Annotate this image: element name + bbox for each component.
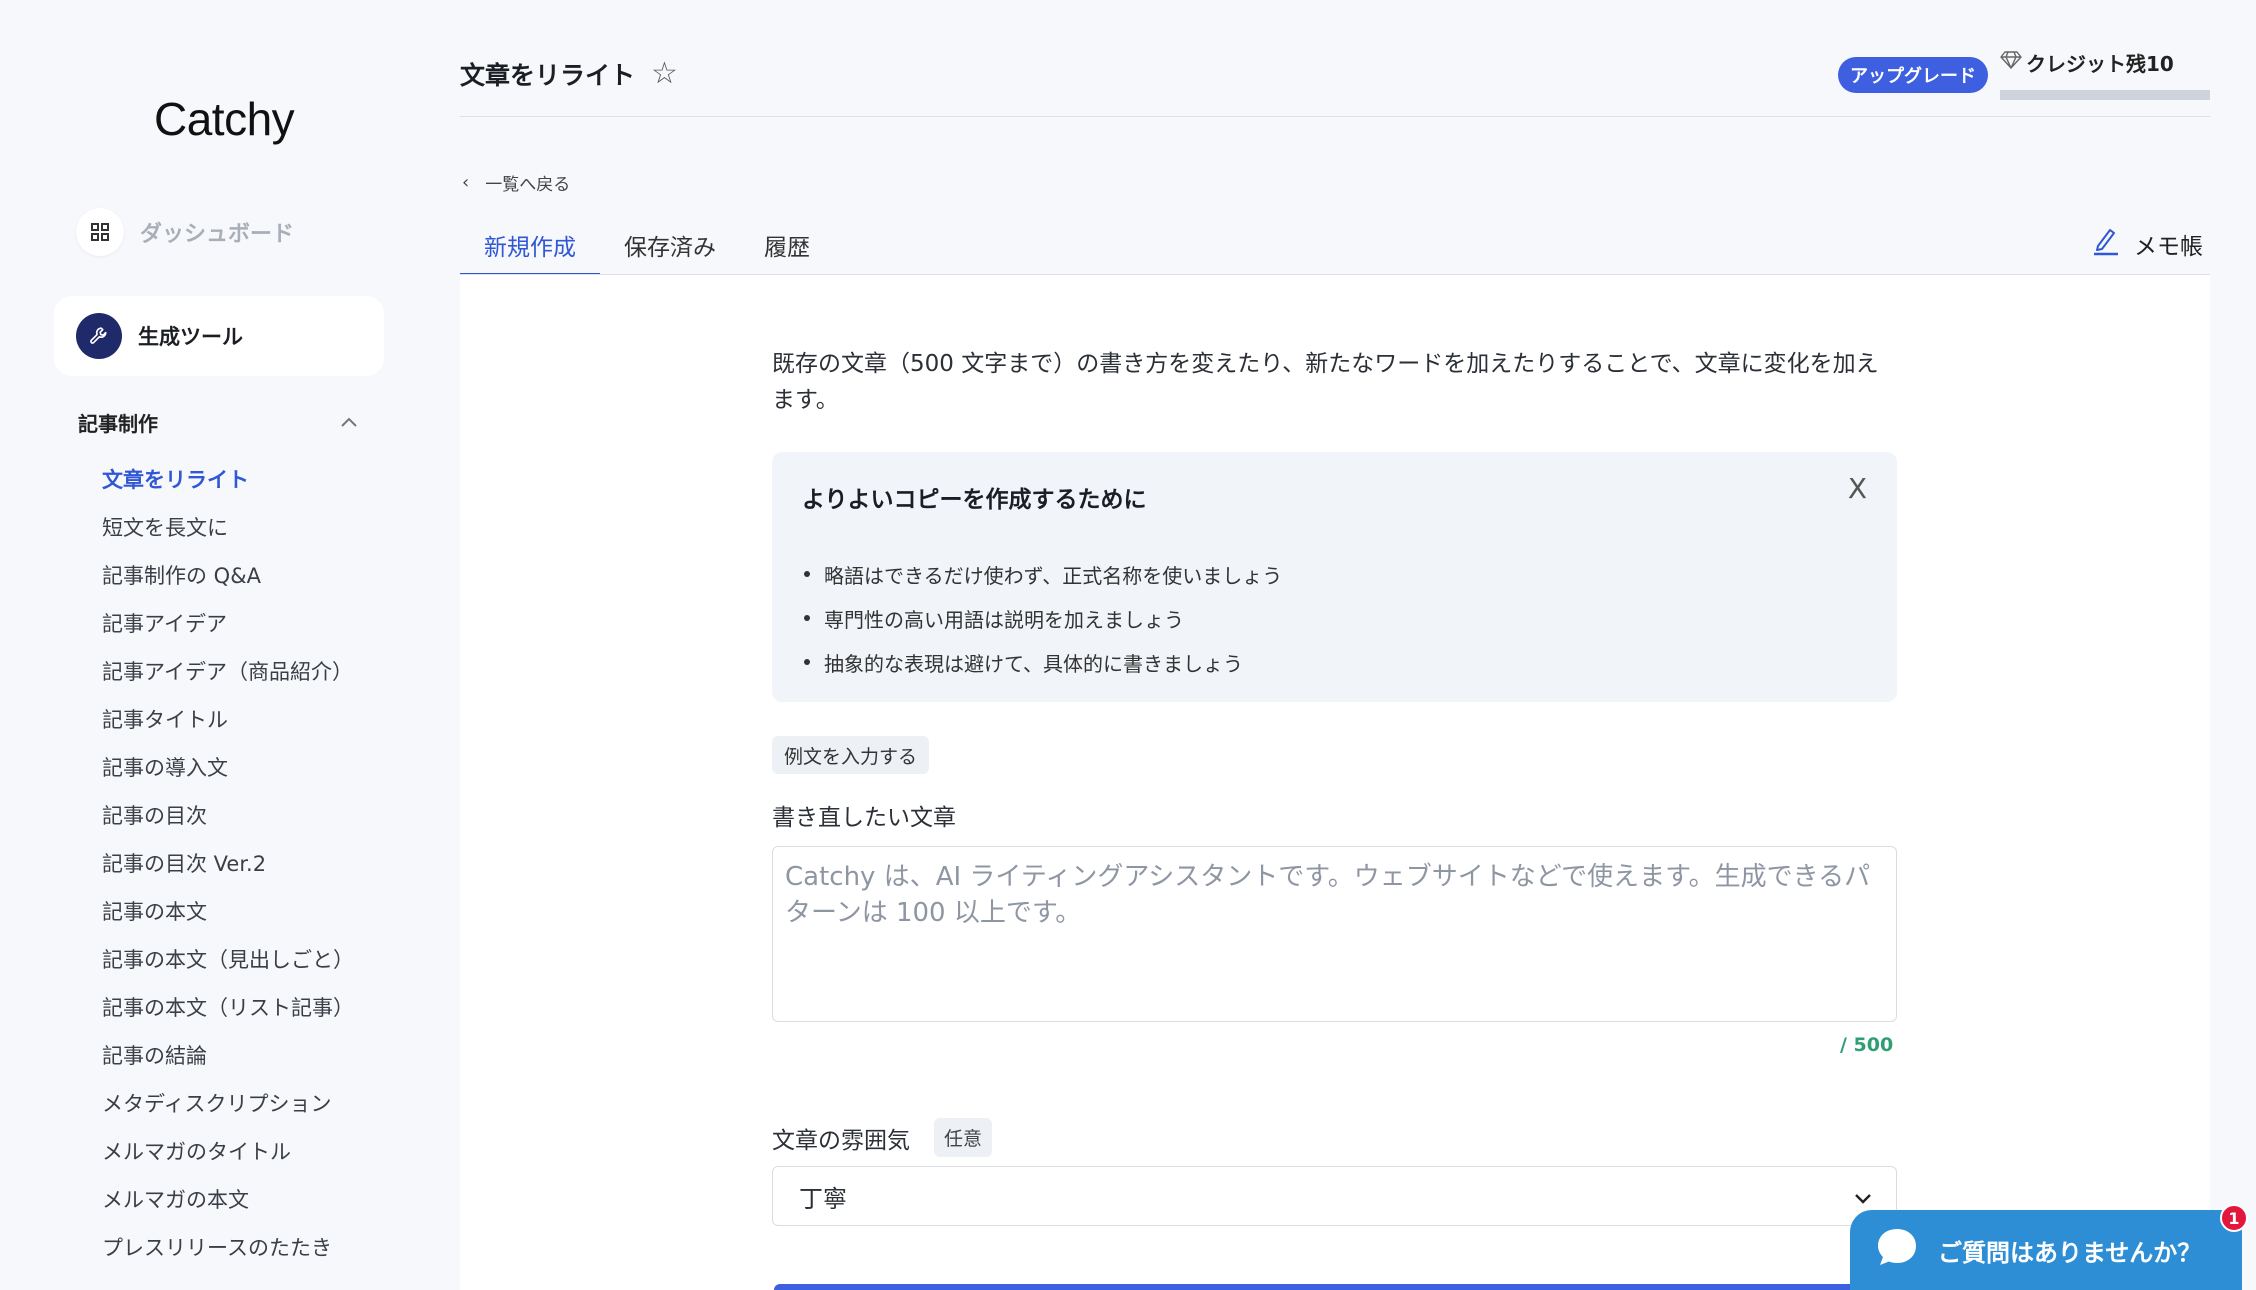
sub-item-article-body-heading[interactable]: 記事の本文（見出しごと） — [102, 942, 354, 990]
sidebar: Catchy ダッシュボード 生成ツール 記事制作 文章をリライト 短文を長文に… — [0, 0, 440, 1290]
sub-item-press-release[interactable]: プレスリリースのたたき — [102, 1230, 354, 1278]
credit-bar — [2000, 90, 2210, 100]
sub-item-article-toc-v2[interactable]: 記事の目次 Ver.2 — [102, 846, 354, 894]
sub-item-article-conclusion[interactable]: 記事の結論 — [102, 1038, 354, 1086]
rewrite-text-label: 書き直したい文章 — [772, 805, 956, 831]
sub-item-short-to-long[interactable]: 短文を長文に — [102, 510, 354, 558]
insert-example-button[interactable]: 例文を入力する — [772, 736, 930, 774]
chevron-left-icon: ‹ — [462, 172, 470, 193]
optional-badge: 任意 — [934, 1118, 993, 1157]
tip-item: 抽象的な表現は避けて、具体的に書きましょう — [804, 640, 1282, 684]
tool-description: 既存の文章（500 文字まで）の書き方を変えたり、新たなワードを加えたりすること… — [772, 351, 1879, 413]
bullet-dot — [804, 659, 810, 665]
bullet-dot — [804, 571, 810, 577]
sub-item-rewrite[interactable]: 文章をリライト — [102, 462, 354, 510]
chat-bubble-icon — [1874, 1225, 1920, 1275]
tip-item: 略語はできるだけ使わず、正式名称を使いましょう — [804, 552, 1282, 596]
nav-dashboard[interactable]: ダッシュボード — [76, 208, 294, 256]
tab-new[interactable]: 新規作成 — [460, 218, 600, 276]
notification-badge: 1 — [2220, 1204, 2248, 1232]
back-to-list-label: 一覧へ戻る — [485, 175, 571, 195]
generate-button[interactable] — [774, 1284, 1894, 1290]
credit-label: クレジット残10 — [2026, 52, 2174, 76]
dashboard-icon — [76, 208, 124, 256]
tip-item-text: 略語はできるだけ使わず、正式名称を使いましょう — [824, 563, 1283, 588]
chat-widget-label: ご質問はありませんか？ — [1938, 1238, 2202, 1267]
tips-box: よりよいコピーを作成するために X 略語はできるだけ使わず、正式名称を使いましょ… — [772, 452, 1897, 702]
nav-generation-tools[interactable]: 生成ツール — [54, 296, 384, 376]
nav-generation-tools-label: 生成ツール — [138, 325, 243, 349]
wrench-icon — [76, 313, 122, 359]
character-counter: / 500 — [1840, 1034, 1894, 1056]
chevron-down-icon — [1854, 1182, 1872, 1210]
tip-item-text: 専門性の高い用語は説明を加えましょう — [824, 607, 1184, 632]
page-title-text: 文章をリライト — [460, 61, 636, 90]
sub-item-newsletter-body[interactable]: メルマガの本文 — [102, 1182, 354, 1230]
sub-item-newsletter-title[interactable]: メルマガのタイトル — [102, 1134, 354, 1182]
sub-item-article-intro[interactable]: 記事の導入文 — [102, 750, 354, 798]
sub-item-article-title[interactable]: 記事タイトル — [102, 702, 354, 750]
close-icon[interactable]: X — [1848, 472, 1867, 505]
content-panel — [460, 275, 2210, 1290]
bullet-dot — [804, 615, 810, 621]
sub-item-article-idea-product[interactable]: 記事アイデア（商品紹介） — [102, 654, 354, 702]
sub-item-article-body-list[interactable]: 記事の本文（リスト記事） — [102, 990, 354, 1038]
memo-label: メモ帳 — [2134, 234, 2203, 260]
tab-history[interactable]: 履歴 — [740, 218, 834, 276]
sub-item-qa[interactable]: 記事制作の Q&A — [102, 558, 354, 606]
tip-item-text: 抽象的な表現は避けて、具体的に書きましょう — [824, 651, 1243, 676]
tone-label: 文章の雰囲気 任意 — [772, 1118, 993, 1157]
sub-tool-list: 文章をリライト 短文を長文に 記事制作の Q&A 記事アイデア 記事アイデア（商… — [102, 462, 354, 1278]
tone-select-value: 丁寧 — [799, 1184, 847, 1213]
sub-item-article-toc[interactable]: 記事の目次 — [102, 798, 354, 846]
rewrite-text-input[interactable]: Catchy は、AI ライティングアシスタントです。ウェブサイトなどで使えます… — [772, 846, 1897, 1022]
section-article-creation-label: 記事制作 — [78, 412, 158, 436]
section-article-creation[interactable]: 記事制作 — [78, 408, 358, 437]
star-icon[interactable]: ☆ — [651, 59, 678, 89]
tip-item: 専門性の高い用語は説明を加えましょう — [804, 596, 1282, 640]
tab-saved[interactable]: 保存済み — [600, 218, 740, 276]
header-divider — [460, 116, 2210, 117]
sub-item-meta-description[interactable]: メタディスクリプション — [102, 1086, 354, 1134]
tone-select[interactable]: 丁寧 — [772, 1166, 1897, 1226]
chevron-up-icon — [340, 413, 358, 432]
page-title: 文章をリライト ☆ — [460, 56, 678, 92]
memo-button[interactable]: メモ帳 — [2092, 226, 2203, 262]
back-to-list-link[interactable]: ‹ 一覧へ戻る — [462, 170, 570, 195]
sub-item-article-idea[interactable]: 記事アイデア — [102, 606, 354, 654]
nav-dashboard-label: ダッシュボード — [140, 222, 295, 247]
tone-label-text: 文章の雰囲気 — [772, 1127, 910, 1154]
logo[interactable]: Catchy — [154, 92, 295, 146]
tab-bar: 新規作成 保存済み 履歴 — [460, 218, 834, 276]
diamond-icon — [2000, 50, 2026, 75]
sub-item-article-body[interactable]: 記事の本文 — [102, 894, 354, 942]
credit-indicator: クレジット残10 — [2000, 48, 2174, 77]
pencil-icon — [2092, 226, 2120, 262]
chat-widget-button[interactable]: ご質問はありませんか？ — [1850, 1210, 2242, 1290]
tips-list: 略語はできるだけ使わず、正式名称を使いましょう 専門性の高い用語は説明を加えまし… — [804, 552, 1282, 684]
upgrade-button[interactable]: アップグレード — [1838, 57, 1988, 93]
app-root: Catchy ダッシュボード 生成ツール 記事制作 文章をリライト 短文を長文に… — [0, 0, 2256, 1290]
tips-title: よりよいコピーを作成するために — [802, 487, 1147, 513]
